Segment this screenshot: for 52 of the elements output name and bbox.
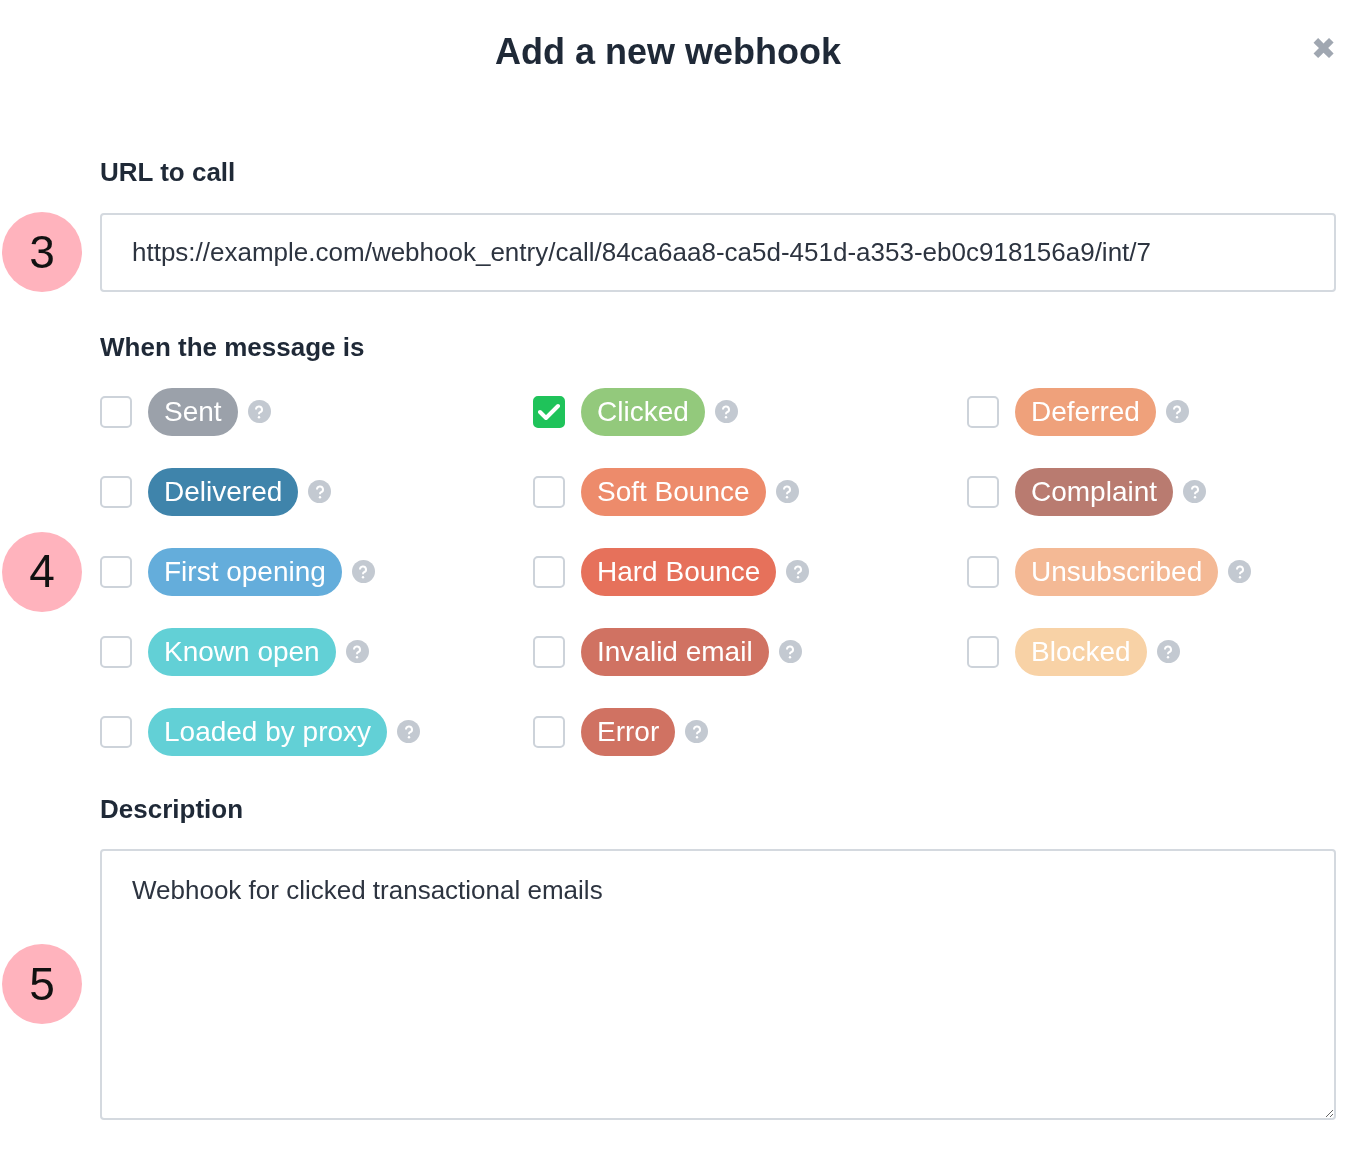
checkbox[interactable] xyxy=(100,395,132,428)
event-tag: Clicked xyxy=(581,387,705,436)
help-icon[interactable] xyxy=(308,480,332,504)
help-icon[interactable] xyxy=(397,720,421,744)
event-tag: First opening xyxy=(148,547,342,596)
checkbox[interactable] xyxy=(533,555,565,588)
help-icon[interactable] xyxy=(247,400,271,424)
checkbox[interactable] xyxy=(100,715,132,748)
step-number-marker: 3 xyxy=(2,212,82,293)
description-text-area[interactable]: Webhook for clicked transactional emails xyxy=(100,848,1336,1120)
url-input-field[interactable]: https://example.com/webhook_entry/call/84ca6aa8-ca5d-451d-a353-eb0c918156a9/int/7 xyxy=(100,212,1336,292)
help-icon[interactable] xyxy=(1228,560,1252,584)
checkbox[interactable] xyxy=(533,635,565,668)
field-label: When the message is xyxy=(100,332,366,364)
field-label: URL to call xyxy=(100,157,237,189)
checkbox[interactable] xyxy=(533,715,565,748)
event-tag: Hard Bounce xyxy=(581,547,777,596)
event-tag: Soft Bounce xyxy=(581,467,766,516)
checkbox[interactable] xyxy=(100,635,132,668)
checkbox[interactable] xyxy=(967,555,999,588)
checkbox[interactable] xyxy=(533,475,565,508)
field-label: Description xyxy=(100,793,245,825)
event-tag: Unsubscribed xyxy=(1015,547,1219,596)
checkbox[interactable] xyxy=(533,395,565,428)
help-icon[interactable] xyxy=(775,480,799,504)
checkbox[interactable] xyxy=(100,555,132,588)
help-icon[interactable] xyxy=(345,640,369,664)
step-number-marker: 5 xyxy=(2,944,82,1025)
help-icon[interactable] xyxy=(1156,640,1180,664)
checkbox[interactable] xyxy=(100,475,132,508)
checkbox[interactable] xyxy=(967,635,999,668)
event-tag: Error xyxy=(581,707,676,756)
dialog-title: Add a new webhook xyxy=(495,30,841,74)
checkbox[interactable] xyxy=(967,475,999,508)
checkbox[interactable] xyxy=(967,395,999,428)
step-number-marker: 4 xyxy=(2,531,82,612)
event-tag: Loaded by proxy xyxy=(148,707,388,756)
event-tag: Deferred xyxy=(1015,387,1156,436)
help-icon[interactable] xyxy=(786,560,810,584)
check-icon xyxy=(538,402,560,421)
help-icon[interactable] xyxy=(351,560,375,584)
event-tag: Known open xyxy=(148,627,336,676)
event-tag: Complaint xyxy=(1015,467,1174,516)
help-icon[interactable] xyxy=(714,400,738,424)
help-icon[interactable] xyxy=(1165,400,1189,424)
help-icon[interactable] xyxy=(778,640,802,664)
event-tag: Blocked xyxy=(1015,627,1147,676)
event-tag: Invalid email xyxy=(581,627,769,676)
event-tag: Sent xyxy=(148,387,238,436)
event-tag: Delivered xyxy=(148,467,299,516)
help-icon[interactable] xyxy=(1183,480,1207,504)
help-icon[interactable] xyxy=(685,720,709,744)
